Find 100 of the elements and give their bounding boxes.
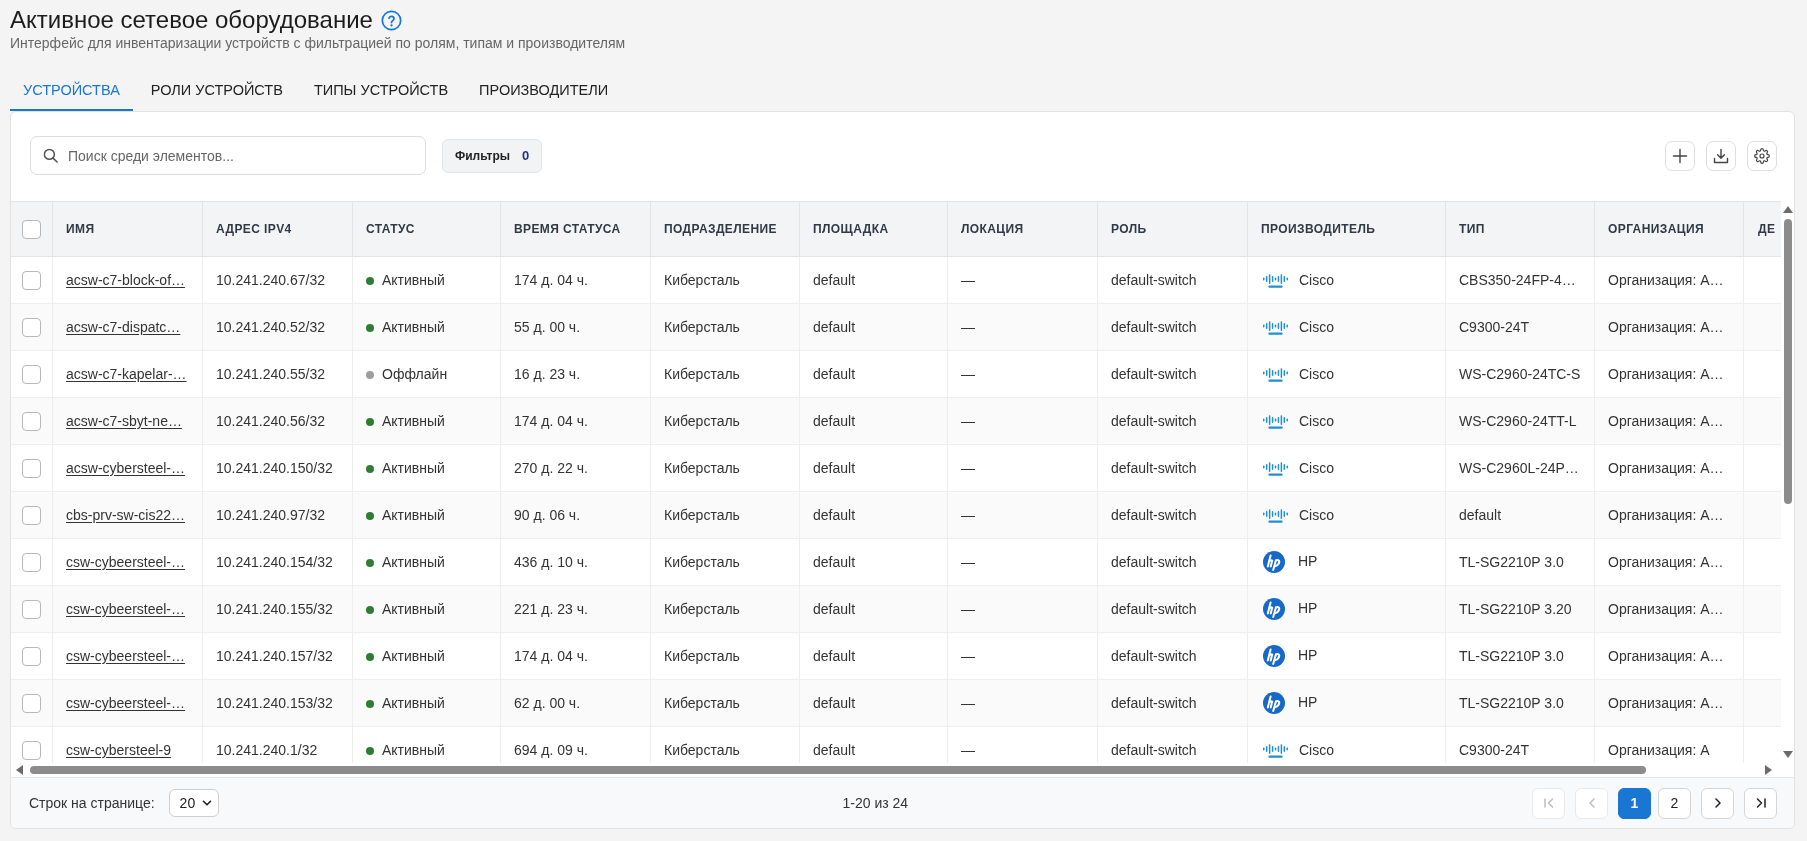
device-name-link[interactable]: acsw-cybersteel-… xyxy=(66,459,186,476)
next-page-button[interactable] xyxy=(1701,787,1734,819)
row-checkbox[interactable] xyxy=(22,459,41,479)
device-name-link[interactable]: acsw-c7-block-of… xyxy=(66,271,186,288)
tab[interactable]: ПРОИЗВОДИТЕЛИ xyxy=(466,71,622,111)
row-checkbox[interactable] xyxy=(22,271,41,291)
page-range-text: 1-20 из 24 xyxy=(842,793,909,813)
table-cell: default-switch xyxy=(1098,351,1248,398)
table-cell: default xyxy=(800,492,948,539)
table-cell: Киберсталь xyxy=(651,445,800,492)
table-cell: WS-C2960L-24P… xyxy=(1446,445,1595,492)
vendor-logo-icon xyxy=(1263,645,1285,668)
vendor-name: HP xyxy=(1298,599,1318,616)
column-header: РОЛЬ xyxy=(1098,201,1248,257)
vendor-name: Cisco xyxy=(1299,459,1334,476)
row-checkbox[interactable] xyxy=(22,506,41,526)
table-cell: — xyxy=(948,680,1098,727)
table-cell: default xyxy=(800,398,948,445)
rows-per-page-select[interactable]: 20 xyxy=(168,789,219,817)
status-text: Активный xyxy=(382,647,445,664)
vertical-scrollbar-thumb[interactable] xyxy=(1783,219,1792,504)
status-text: Активный xyxy=(382,412,445,429)
caret-icon xyxy=(201,798,212,808)
table-cell: default xyxy=(800,445,948,492)
table-cell: Организация: А… xyxy=(1595,492,1744,539)
table-cell: default-switch xyxy=(1098,492,1248,539)
row-checkbox[interactable] xyxy=(22,318,41,338)
table-cell: — xyxy=(948,492,1098,539)
table-cell: default-switch xyxy=(1098,633,1248,680)
search-field[interactable]: Поиск среди элементов... xyxy=(30,136,426,175)
tab[interactable]: РОЛИ УСТРОЙСТВ xyxy=(137,71,296,111)
scroll-left-arrow-icon[interactable] xyxy=(16,765,23,775)
add-button[interactable] xyxy=(1665,140,1695,171)
scroll-up-arrow-icon[interactable] xyxy=(1782,206,1793,213)
table-cell: — xyxy=(948,257,1098,304)
column-header: СТАТУС xyxy=(353,201,501,257)
vendor-name: Cisco xyxy=(1299,318,1334,335)
table-cell: 16 д. 23 ч. xyxy=(501,351,651,398)
last-page-button[interactable] xyxy=(1744,787,1777,819)
vendor-name: HP xyxy=(1298,646,1318,663)
table-cell: default xyxy=(800,257,948,304)
table-cell: default-switch xyxy=(1098,304,1248,351)
table-cell: — xyxy=(948,304,1098,351)
device-name-link[interactable]: csw-cybersteel-9 xyxy=(66,741,172,758)
search-icon xyxy=(43,148,58,163)
table-cell: Киберсталь xyxy=(651,633,800,680)
page-title: Активное сетевое оборудование xyxy=(10,5,373,35)
vendor-name: HP xyxy=(1298,552,1318,569)
select-all-checkbox[interactable] xyxy=(22,219,41,239)
row-checkbox[interactable] xyxy=(22,741,41,761)
scroll-down-arrow-icon[interactable] xyxy=(1782,751,1793,758)
vendor-logo-icon xyxy=(1263,598,1285,621)
plus-icon xyxy=(1672,147,1688,164)
table-cell: Организация: А… xyxy=(1595,680,1744,727)
horizontal-scrollbar-thumb[interactable] xyxy=(30,766,1646,774)
status-text: Активный xyxy=(382,553,445,570)
tab[interactable]: ТИПЫ УСТРОЙСТВ xyxy=(300,71,462,111)
status-text: Активный xyxy=(382,600,445,617)
table-cell: 10.241.240.150/32 xyxy=(203,445,353,492)
table-cell: C9300-24T xyxy=(1446,304,1595,351)
vendor-logo-icon xyxy=(1263,320,1288,336)
device-name-link[interactable]: csw-cybeersteel-… xyxy=(66,553,186,570)
scroll-right-arrow-icon[interactable] xyxy=(1765,765,1772,775)
table-cell: default-switch xyxy=(1098,257,1248,304)
page-button[interactable]: 2 xyxy=(1658,787,1691,819)
row-checkbox[interactable] xyxy=(22,365,41,385)
table-cell: — xyxy=(948,445,1098,492)
status-text: Активный xyxy=(382,271,445,288)
row-checkbox[interactable] xyxy=(22,647,41,667)
filters-button[interactable]: Фильтры 0 xyxy=(442,138,543,173)
row-checkbox[interactable] xyxy=(22,694,41,714)
table-cell: 10.241.240.155/32 xyxy=(203,586,353,633)
row-checkbox[interactable] xyxy=(22,412,41,432)
help-icon[interactable] xyxy=(380,9,402,31)
rows-per-page-label: Строк на странице: xyxy=(29,793,155,813)
row-checkbox[interactable] xyxy=(22,553,41,573)
status-text: Активный xyxy=(382,318,445,335)
table-cell: 10.241.240.67/32 xyxy=(203,257,353,304)
row-checkbox[interactable] xyxy=(22,600,41,620)
table-cell: Киберсталь xyxy=(651,539,800,586)
device-name-link[interactable]: acsw-c7-kapelar-… xyxy=(66,365,187,382)
device-name-link[interactable]: csw-cybeersteel-… xyxy=(66,647,186,664)
table-cell: 90 д. 06 ч. xyxy=(501,492,651,539)
vendor-logo-icon xyxy=(1263,367,1288,383)
table-cell: Киберсталь xyxy=(651,586,800,633)
status-text: Активный xyxy=(382,506,445,523)
filter-count: 0 xyxy=(522,146,530,165)
table-cell: — xyxy=(948,633,1098,680)
download-button[interactable] xyxy=(1706,140,1736,171)
table-cell: 10.241.240.56/32 xyxy=(203,398,353,445)
settings-button[interactable] xyxy=(1747,140,1777,171)
page-button[interactable]: 1 xyxy=(1618,787,1651,819)
table-cell: — xyxy=(948,539,1098,586)
status-text: Активный xyxy=(382,694,445,711)
table-cell: default-switch xyxy=(1098,539,1248,586)
settings-icon xyxy=(1754,147,1770,164)
vendor-logo-icon xyxy=(1263,508,1288,524)
status-text: Активный xyxy=(382,741,445,758)
column-header: ПРОИЗВОДИТЕЛЬ xyxy=(1248,201,1446,257)
table-cell: CBS350-24FP-4… xyxy=(1446,257,1595,304)
